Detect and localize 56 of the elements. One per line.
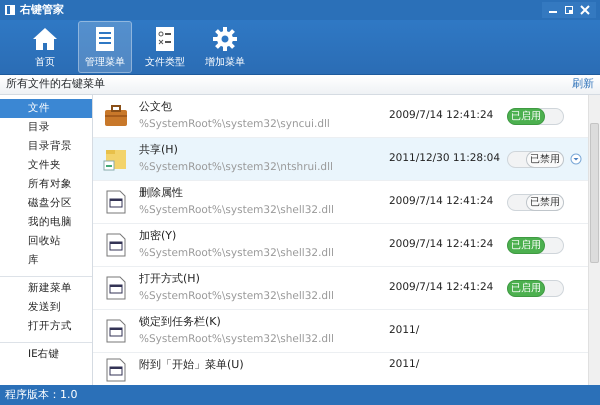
sidebar-item[interactable]: 所有对象 — [0, 175, 92, 194]
entry-date: 2009/7/14 12:41:24 — [389, 280, 494, 296]
sidebar-item[interactable]: 文件 — [0, 99, 92, 118]
entry-date: 2011/ — [389, 357, 420, 372]
briefcase-icon — [103, 103, 129, 129]
entry-path: %SystemRoot%\system32\ntshrui.dll — [139, 160, 334, 176]
window-title: 右键管家 — [20, 2, 64, 18]
toolbar-button[interactable]: 文件类型 — [138, 21, 192, 73]
entry-path: %SystemRoot%\system32\shell32.dll — [139, 246, 335, 262]
toolbar-button[interactable]: 首页 — [18, 21, 72, 73]
sidebar-item[interactable]: 新建菜单 — [0, 279, 92, 298]
entry-name: 打开方式(H) — [139, 270, 201, 287]
refresh-link[interactable]: 刷新 — [572, 76, 594, 93]
status-bar: 程序版本：1.0 — [0, 385, 600, 405]
entry-date: 2011/12/30 11:28:04 — [389, 151, 502, 166]
entry-path: %SystemRoot%\system32\shell32.dll — [139, 203, 335, 218]
sidebar-item[interactable]: 回收站 — [0, 232, 92, 251]
entry-name: 锁定到任务栏(K) — [139, 314, 222, 330]
sidebar-item[interactable]: 磁盘分区 — [0, 194, 92, 213]
entry-name: 附到「开始」菜单(U) — [139, 357, 245, 373]
restore-icon[interactable] — [564, 5, 574, 15]
app-logo-icon — [4, 4, 16, 16]
sidebar-item[interactable]: IE右键 — [0, 345, 92, 364]
menu-entry-row[interactable]: 附到「开始」菜单(U) 2011/ — [93, 353, 588, 384]
sidebar-item[interactable]: 发送到 — [0, 298, 92, 317]
entry-date: 2011/ — [389, 323, 420, 338]
close-icon[interactable] — [580, 5, 590, 15]
entry-path: %SystemRoot%\system32\syncui.dll — [139, 117, 331, 132]
sidebar-item[interactable]: 打开方式 — [0, 317, 92, 336]
status-toggle[interactable]: 已禁用 — [507, 150, 564, 168]
menu-entry-row[interactable]: 锁定到任务栏(K) %SystemRoot%\system32\shell32.dll 2011/ — [93, 310, 588, 353]
entry-path: %SystemRoot%\system32\shell32.dll — [139, 289, 335, 304]
entry-path: %SystemRoot%\system32\shell32.dll — [139, 332, 335, 348]
entry-date: 2009/7/14 12:41:24 — [389, 108, 494, 124]
dropdown-icon[interactable] — [570, 153, 582, 165]
sidebar-item[interactable]: 库 — [0, 251, 92, 270]
entry-name: 公文包 — [139, 98, 173, 115]
menu-entry-row[interactable]: 删除属性 %SystemRoot%\system32\shell32.dll 2009/7/14 12:41:24 已禁用 — [93, 181, 588, 224]
section-title: 所有文件的右键菜单 — [6, 76, 105, 92]
entry-date: 2009/7/14 12:41:24 — [389, 237, 494, 252]
entry-name: 删除属性 — [139, 184, 184, 201]
sidebar-item[interactable]: 目录 — [0, 118, 92, 137]
toolbar-button[interactable]: 增加菜单 — [198, 21, 252, 73]
menu-entry-row[interactable]: 加密(Y) %SystemRoot%\system32\shell32.dll 2009/7/14 12:41:24 已启用 — [93, 224, 588, 267]
entry-date: 2009/7/14 12:41:24 — [389, 194, 494, 210]
gear-icon — [211, 24, 239, 52]
status-toggle[interactable]: 已禁用 — [507, 194, 564, 210]
menu-entry-row[interactable]: 打开方式(H) %SystemRoot%\system32\shell32.dll 2009/7/14 12:41:24 已启用 — [93, 267, 588, 310]
toolbar-button[interactable]: 管理菜单 — [78, 21, 132, 73]
sidebar-item[interactable]: 目录背景 — [0, 137, 92, 156]
entry-name: 加密(Y) — [139, 228, 178, 244]
sidebar-item[interactable]: 文件夹 — [0, 156, 92, 175]
menu-entry-row[interactable]: 共享(H) %SystemRoot%\system32\ntshrui.dll 2011/12/30 11:28:04 已禁用 — [93, 138, 588, 181]
entry-name: 共享(H) — [139, 142, 179, 158]
sidebar-item[interactable]: 我的电脑 — [0, 213, 92, 232]
scrollbar[interactable] — [588, 95, 600, 385]
